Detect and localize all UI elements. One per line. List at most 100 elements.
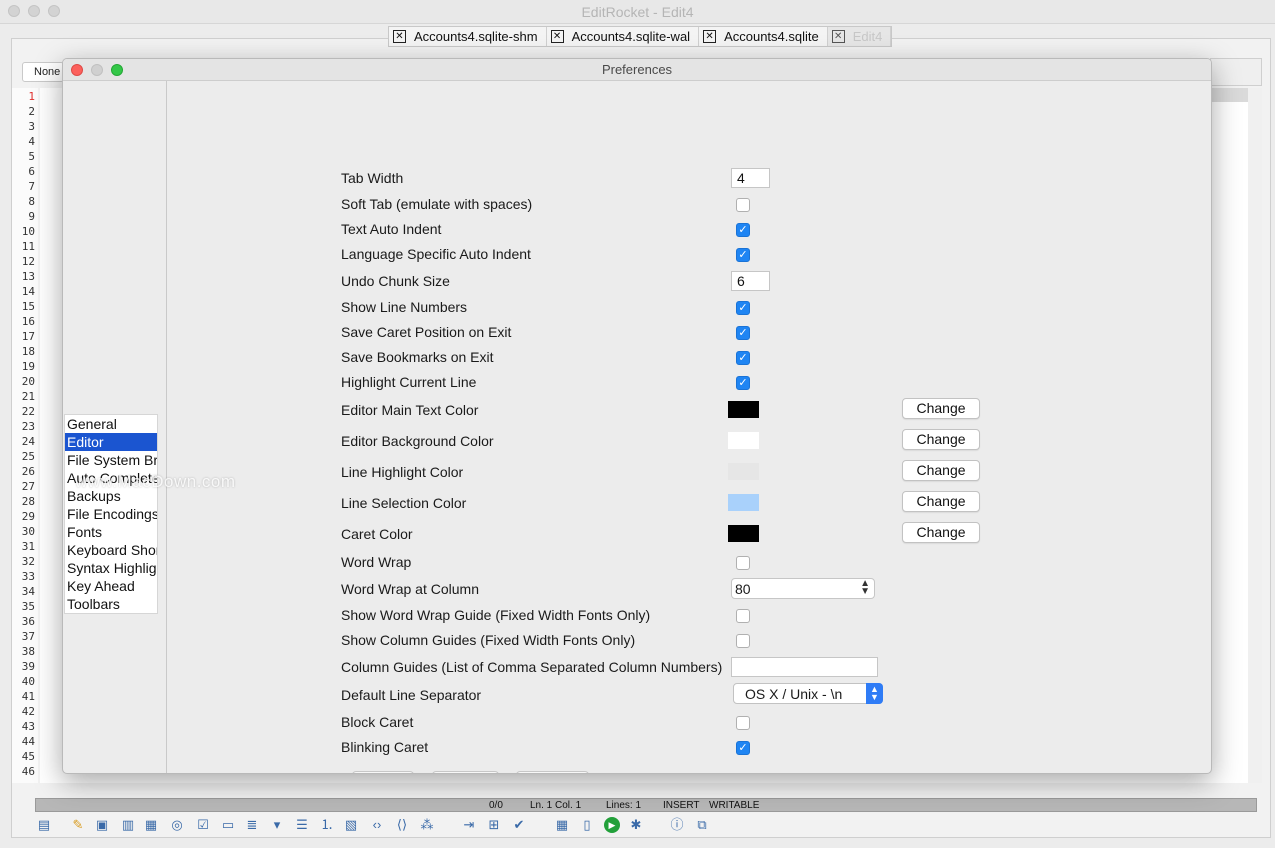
checklist-icon[interactable]: ✔ — [511, 817, 527, 833]
dialog-title: Preferences — [601, 62, 673, 77]
list-icon[interactable]: ☰ — [294, 817, 310, 833]
caret-color-label: Caret Color — [341, 526, 413, 542]
line-number: 38 — [21, 645, 35, 658]
columns-icon[interactable]: ▦ — [143, 817, 159, 833]
line-number: 35 — [21, 600, 35, 613]
text-block-icon[interactable]: ≣ — [244, 817, 260, 833]
grid-icon[interactable]: ▦ — [554, 817, 570, 833]
line-highlight-color-change-button[interactable]: Change — [902, 460, 980, 481]
main-text-color-change-button[interactable]: Change — [902, 398, 980, 419]
line-number: 10 — [21, 225, 35, 238]
status-mode: INSERT — [663, 800, 700, 811]
popup-arrows-icon[interactable]: ▲ ▼ — [866, 683, 883, 704]
close-tab-icon[interactable]: ✕ — [550, 30, 564, 43]
tab-accounts4-wal[interactable]: ✕ Accounts4.sqlite-wal — [547, 27, 700, 46]
editor-ruler — [1212, 88, 1248, 102]
line-selection-color-change-button[interactable]: Change — [902, 491, 980, 512]
block-caret-checkbox[interactable] — [736, 716, 750, 730]
category-item[interactable]: Fonts — [65, 523, 157, 541]
category-list[interactable]: GeneralEditorFile System BrowserAuto Com… — [64, 414, 158, 614]
tab-width-field[interactable]: 4 — [731, 168, 770, 188]
line-number: 26 — [21, 465, 35, 478]
insert-icon[interactable]: ⇥ — [461, 817, 477, 833]
category-item[interactable]: Syntax Highlighting — [65, 559, 157, 577]
tree-icon[interactable]: ⊞ — [486, 817, 502, 833]
save-caret-checkbox[interactable]: ✓ — [736, 326, 750, 340]
line-separator-select[interactable]: OS X / Unix - \n ▲ ▼ — [733, 683, 883, 704]
bug-icon[interactable]: ✱ — [628, 817, 644, 833]
image-icon[interactable]: ▣ — [94, 817, 110, 833]
list-numbered-icon[interactable]: ⒈ — [319, 817, 335, 833]
word-wrap-checkbox[interactable] — [736, 556, 750, 570]
category-item[interactable]: Keyboard Shortcuts — [65, 541, 157, 559]
ok-button-icon[interactable]: ▭ — [220, 817, 236, 833]
run-icon[interactable]: ▶ — [604, 817, 620, 833]
dialog-button-partial[interactable] — [352, 771, 414, 773]
column-guides-checkbox[interactable] — [736, 634, 750, 648]
status-lines: Lines: 1 — [606, 800, 642, 811]
soft-tab-checkbox[interactable] — [736, 198, 750, 212]
category-item[interactable]: File System Browser — [65, 451, 157, 469]
radio-icon[interactable]: ◎ — [169, 817, 185, 833]
show-line-numbers-label: Show Line Numbers — [341, 299, 468, 315]
line-separator-label: Default Line Separator — [341, 687, 482, 703]
caret-color-change-button[interactable]: Change — [902, 522, 980, 543]
word-wrap-column-stepper[interactable]: 80 ▲ ▼ — [731, 578, 875, 599]
tab-accounts4-shm[interactable]: ✕ Accounts4.sqlite-shm — [389, 27, 547, 46]
column-guides-label: Show Column Guides (Fixed Width Fonts On… — [341, 632, 636, 648]
vertical-scrollbar[interactable] — [1248, 88, 1262, 783]
category-item[interactable]: Editor — [65, 433, 157, 451]
word-wrap-column-value: 80 — [735, 581, 751, 597]
code-alt-icon[interactable]: ⟨⟩ — [394, 817, 410, 833]
bottom-toolbar: ▤ ✎ ▣ ▥ ▦ ◎ ☑ ▭ ≣ ▾ ☰ ⒈ ▧ ‹› ⟨⟩ ⁂ ⇥ ⊞ ✔ ▦ ▯ ▶ ✱ ⓘ ⧉ — [36, 816, 736, 834]
dialog-button-partial[interactable] — [432, 771, 499, 773]
undo-chunk-field[interactable]: 6 — [731, 271, 770, 291]
tab-edit4[interactable]: ✕ Edit4 — [827, 27, 892, 46]
category-item[interactable]: Key Ahead — [65, 577, 157, 595]
dialog-button-partial[interactable] — [516, 771, 589, 773]
category-item[interactable]: Toolbars — [65, 595, 157, 613]
binary-icon[interactable]: ▯ — [579, 817, 595, 833]
word-wrap-guide-checkbox[interactable] — [736, 609, 750, 623]
line-number: 15 — [21, 300, 35, 313]
line-number: 28 — [21, 495, 35, 508]
form-icon[interactable]: ▧ — [343, 817, 359, 833]
category-item[interactable]: General — [65, 415, 157, 433]
category-item[interactable]: File Encodings — [65, 505, 157, 523]
line-number: 9 — [28, 210, 35, 223]
lang-auto-indent-checkbox[interactable]: ✓ — [736, 248, 750, 262]
checkbox-icon[interactable]: ☑ — [195, 817, 211, 833]
syntax-select[interactable]: None — [22, 62, 64, 82]
text-auto-indent-checkbox[interactable]: ✓ — [736, 223, 750, 237]
background-color-change-button[interactable]: Change — [902, 429, 980, 450]
stepper-arrows-icon[interactable]: ▲ ▼ — [860, 579, 870, 597]
layout-icon[interactable]: ▥ — [120, 817, 136, 833]
table-icon[interactable]: ▤ — [36, 817, 52, 833]
pencil-icon[interactable]: ✎ — [70, 817, 86, 833]
line-number: 14 — [21, 285, 35, 298]
save-bookmarks-checkbox[interactable]: ✓ — [736, 351, 750, 365]
line-number: 21 — [21, 390, 35, 403]
code-tag-icon[interactable]: ‹› — [369, 817, 385, 833]
column-guides-list-field[interactable] — [731, 657, 878, 677]
soft-tab-label: Soft Tab (emulate with spaces) — [341, 196, 533, 212]
plugin-icon[interactable]: ⧉ — [694, 817, 710, 833]
line-number: 37 — [21, 630, 35, 643]
line-number: 8 — [28, 195, 35, 208]
close-tab-icon[interactable]: ✕ — [831, 30, 845, 43]
line-separator-value: OS X / Unix - \n — [745, 686, 843, 702]
tab-accounts4-sqlite[interactable]: ✕ Accounts4.sqlite — [699, 27, 828, 46]
close-tab-icon[interactable]: ✕ — [703, 30, 717, 43]
line-number: 22 — [21, 405, 35, 418]
dropdown-icon[interactable]: ▾ — [269, 817, 285, 833]
close-tab-icon[interactable]: ✕ — [393, 30, 406, 43]
info-icon[interactable]: ⓘ — [669, 817, 685, 833]
line-number: 40 — [21, 675, 35, 688]
line-highlight-color-swatch — [728, 463, 759, 480]
blinking-caret-checkbox[interactable]: ✓ — [736, 741, 750, 755]
show-line-numbers-checkbox[interactable]: ✓ — [736, 301, 750, 315]
toolbar-box — [1210, 58, 1262, 86]
circles-icon[interactable]: ⁂ — [419, 817, 435, 833]
highlight-line-checkbox[interactable]: ✓ — [736, 376, 750, 390]
tab-label: Accounts4.sqlite-wal — [571, 29, 691, 44]
